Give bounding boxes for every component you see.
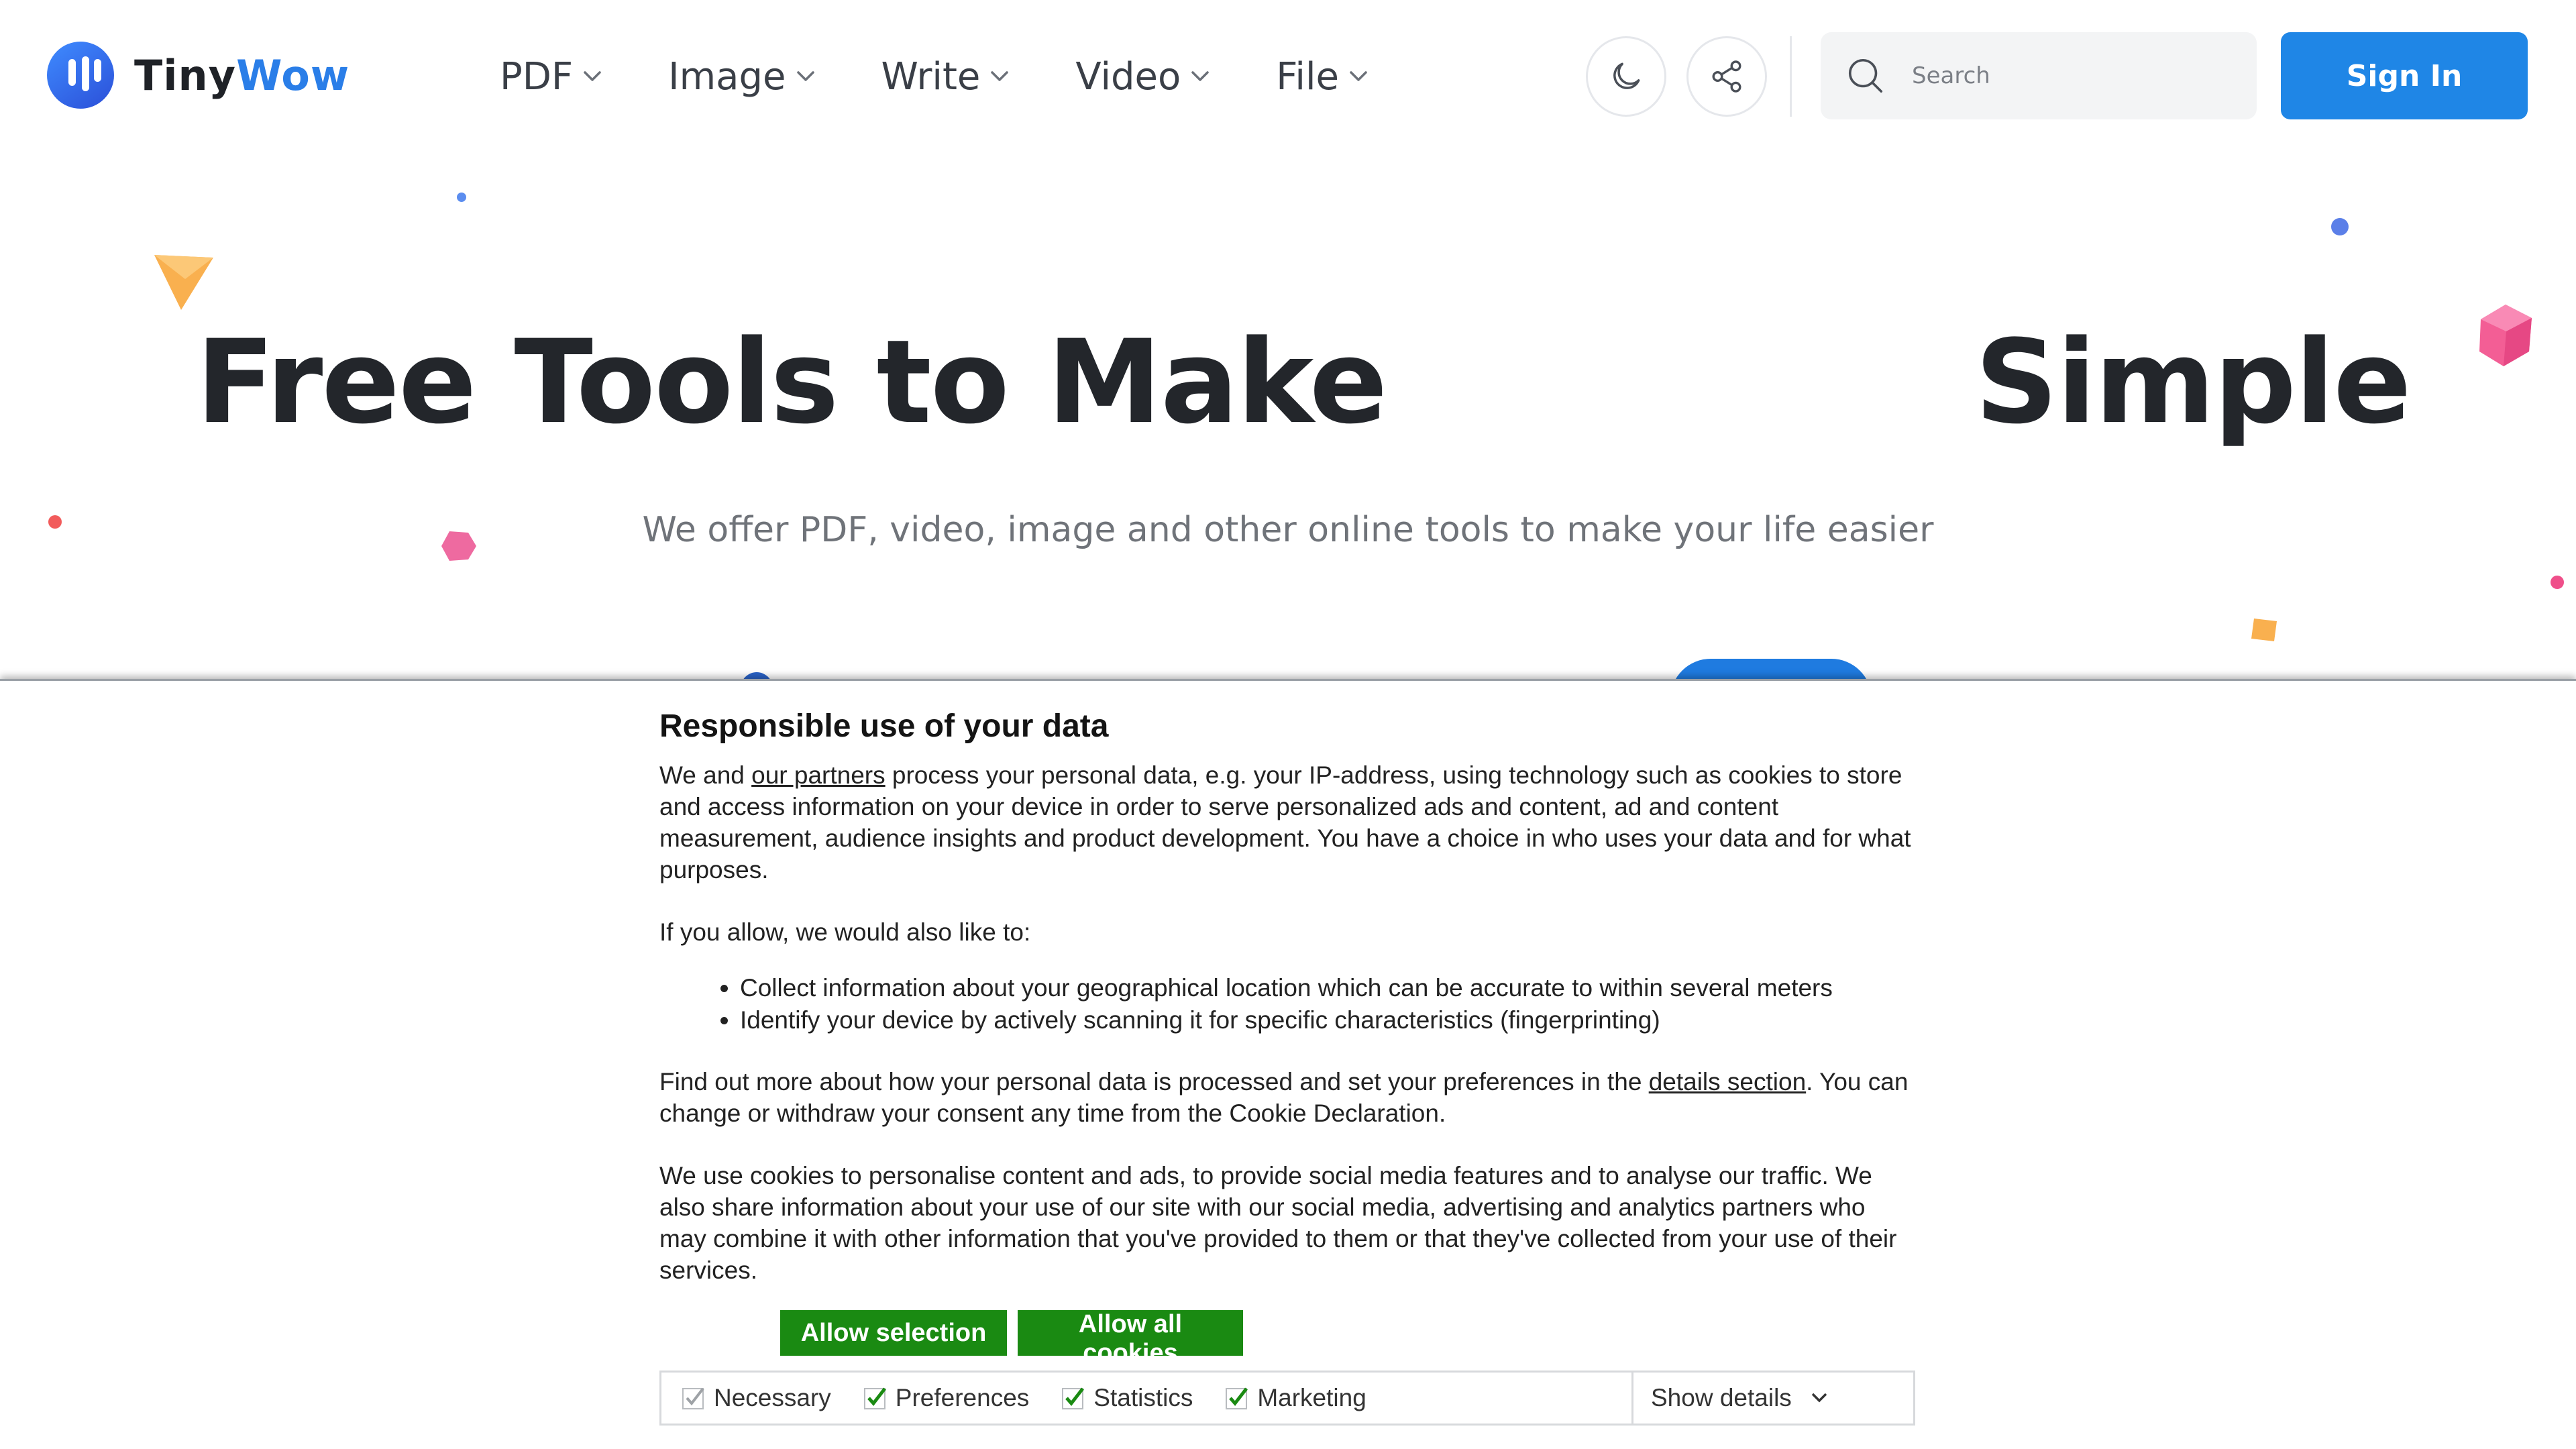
checkmark-icon (863, 1387, 886, 1409)
search-icon (1848, 58, 1883, 93)
search-input[interactable] (1911, 62, 2219, 90)
cookie-paragraph-3: Find out more about how your personal da… (659, 1068, 1909, 1127)
chevron-down-icon (1191, 71, 1210, 81)
nav-item-file[interactable]: File (1276, 51, 1368, 102)
blue-dot-decoration (2331, 218, 2349, 235)
nav-item-pdf[interactable]: PDF (500, 51, 602, 102)
logo-text: TinyWow (134, 50, 350, 100)
main-nav: PDF Image Write Video File (500, 51, 1434, 102)
checkmark-icon (1062, 1387, 1085, 1409)
allow-all-cookies-button[interactable]: Allow all cookies (1018, 1310, 1243, 1367)
checkbox-necessary[interactable]: Necessary (680, 1384, 831, 1412)
cookie-paragraph-2: If you allow, we would also like to: (659, 918, 1031, 946)
chevron-down-icon (584, 71, 601, 81)
cookie-content: Responsible use of your data We and our … (659, 708, 1914, 1317)
cookie-consent-banner: Responsible use of your data We and our … (0, 679, 2576, 1449)
orange-triangle-decoration (154, 255, 213, 310)
search-box[interactable] (1821, 32, 2257, 119)
hero-title-end: Simple (1975, 315, 2412, 449)
orange-square-decoration (2251, 619, 2277, 641)
chevron-down-icon (796, 71, 814, 81)
list-item: Collect information about your geographi… (740, 972, 1914, 1004)
share-icon (1712, 60, 1741, 93)
chevron-down-icon (1350, 71, 1367, 81)
hero-title: Free Tools to Make (196, 315, 1387, 449)
checkmark-icon (1226, 1387, 1248, 1409)
cookie-title: Responsible use of your data (659, 708, 1109, 744)
red-dot-decoration (48, 515, 62, 529)
checkbox-checked-disabled-icon (682, 1387, 704, 1409)
dark-mode-button[interactable] (1586, 36, 1666, 117)
moon-icon (1613, 62, 1640, 89)
hero-subtitle: We offer PDF, video, image and other onl… (642, 510, 1934, 550)
nav-item-image[interactable]: Image (668, 51, 815, 102)
share-button[interactable] (1686, 36, 1767, 117)
checkbox-statistics[interactable]: Statistics (1060, 1384, 1193, 1412)
nav-item-write[interactable]: Write (881, 51, 1010, 102)
cookie-paragraph-4: We use cookies to personalise content an… (659, 1162, 1897, 1284)
cookie-preferences-bar: Necessary Preferences Statistics Marketi… (659, 1371, 1915, 1426)
logo-icon (47, 42, 114, 109)
chevron-down-icon (991, 71, 1009, 81)
show-details-toggle[interactable]: Show details (1631, 1373, 1913, 1424)
checkbox-marketing[interactable]: Marketing (1224, 1384, 1366, 1412)
sign-in-button[interactable]: Sign In (2281, 32, 2528, 119)
cookie-bullets: Collect information about your geographi… (659, 972, 1914, 1036)
logo[interactable]: TinyWow (47, 42, 350, 109)
pink-cube-decoration (2479, 305, 2532, 366)
cookie-buttons: Allow selection Allow all cookies (780, 1310, 1243, 1367)
details-section-link[interactable]: details section (1649, 1068, 1806, 1095)
allow-selection-button[interactable]: Allow selection (780, 1310, 1007, 1356)
pink-hexagon-decoration (441, 531, 476, 561)
blue-dot-decoration (457, 193, 466, 202)
site-header: TinyWow PDF Image Write Video File Searc… (0, 0, 2576, 154)
nav-item-video[interactable]: Video (1075, 51, 1210, 102)
list-item: Identify your device by actively scannin… (740, 1004, 1914, 1036)
pink-dot-decoration (2551, 576, 2564, 589)
checkbox-preferences[interactable]: Preferences (862, 1384, 1029, 1412)
header-divider (1790, 36, 1792, 117)
chevron-down-icon (1811, 1393, 1827, 1403)
our-partners-link[interactable]: our partners (751, 761, 885, 789)
cookie-paragraph-1: We and our partners process your persona… (659, 761, 1911, 883)
